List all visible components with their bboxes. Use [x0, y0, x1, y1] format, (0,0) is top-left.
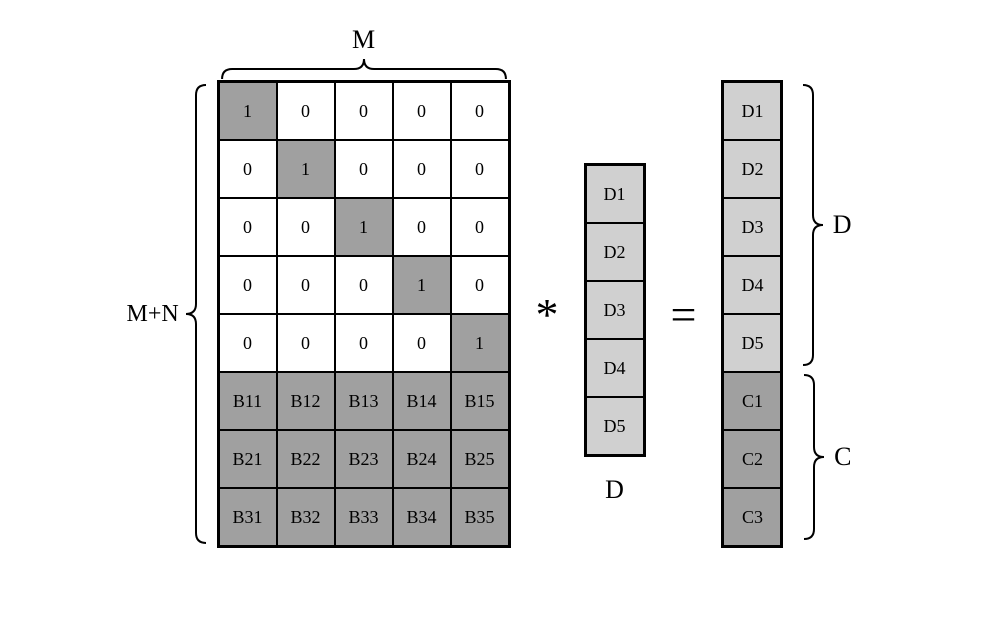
vector-cell: D2: [586, 223, 644, 281]
matrix-cell: 0: [219, 314, 277, 372]
matrix-cell: 0: [451, 82, 509, 140]
matrix-cell: B14: [393, 372, 451, 430]
matrix-cell: 0: [277, 256, 335, 314]
vector-result: D1D2D3D4D5C1C2C3: [721, 80, 783, 548]
matrix-equation: M M+N 1000001000001000001000001B11B12B13…: [217, 80, 784, 548]
matrix-cell: 0: [335, 256, 393, 314]
matrix-cell: B13: [335, 372, 393, 430]
vector-cell: D3: [586, 281, 644, 339]
result-cell: D1: [723, 82, 781, 140]
label-m: M: [217, 25, 511, 55]
result-cell: D4: [723, 256, 781, 314]
matrix-cell: B25: [451, 430, 509, 488]
result-cell: D5: [723, 314, 781, 372]
equals-operator: =: [671, 288, 697, 341]
matrix-cell: 0: [451, 198, 509, 256]
matrix-cell: 0: [393, 82, 451, 140]
matrix-cell: B35: [451, 488, 509, 546]
result-cell: C3: [723, 488, 781, 546]
matrix-cell: B31: [219, 488, 277, 546]
matrix-cell: B21: [219, 430, 277, 488]
matrix-cell: 0: [277, 198, 335, 256]
matrix-cell: 0: [219, 256, 277, 314]
matrix-cell: 0: [335, 314, 393, 372]
matrix-cell: B22: [277, 430, 335, 488]
brace-right-d: D: [800, 80, 852, 370]
matrix-cell: 0: [451, 140, 509, 198]
matrix-cell: B24: [393, 430, 451, 488]
result-cell: C1: [723, 372, 781, 430]
matrix-cell: B33: [335, 488, 393, 546]
brace-top-m: M: [217, 25, 511, 87]
matrix-cell: B23: [335, 430, 393, 488]
brace-left-mn: M+N: [127, 80, 209, 548]
matrix-cell: B11: [219, 372, 277, 430]
matrix-cell: 0: [277, 314, 335, 372]
vector-d: D1D2D3D4D5: [584, 163, 646, 457]
brace-right-c: C: [801, 370, 851, 544]
vector-cell: D1: [586, 165, 644, 223]
brace-icon: [801, 370, 826, 544]
matrix-cell: 0: [219, 140, 277, 198]
matrix-cell: 0: [219, 198, 277, 256]
brace-icon: [217, 57, 511, 82]
matrix-cell: 0: [335, 82, 393, 140]
matrix-cell: B34: [393, 488, 451, 546]
matrix-cell: 1: [219, 82, 277, 140]
matrix-cell: 0: [393, 198, 451, 256]
matrix-cell: 0: [451, 256, 509, 314]
multiply-operator: *: [536, 288, 559, 341]
matrix-cell: 0: [393, 140, 451, 198]
matrix-cell: 1: [393, 256, 451, 314]
matrix-cell: B12: [277, 372, 335, 430]
matrix-a: M M+N 1000001000001000001000001B11B12B13…: [217, 80, 511, 548]
matrix-cell: 1: [451, 314, 509, 372]
label-result-c: C: [834, 442, 851, 472]
label-d: D: [605, 475, 624, 505]
matrix-cell: B15: [451, 372, 509, 430]
matrix-cell: B32: [277, 488, 335, 546]
label-result-d: D: [833, 210, 852, 240]
matrix-cell: 1: [277, 140, 335, 198]
matrix-cell: 0: [277, 82, 335, 140]
label-mn: M+N: [127, 301, 179, 328]
brace-icon: [800, 80, 825, 370]
result-cell: D3: [723, 198, 781, 256]
result-cell: C2: [723, 430, 781, 488]
matrix-cell: 1: [335, 198, 393, 256]
result-wrapper: D1D2D3D4D5C1C2C3 D C: [721, 80, 783, 548]
brace-icon: [184, 80, 209, 548]
matrix-cell: 0: [335, 140, 393, 198]
result-cell: D2: [723, 140, 781, 198]
matrix-cell: 0: [393, 314, 451, 372]
vector-cell: D5: [586, 397, 644, 455]
vector-cell: D4: [586, 339, 644, 397]
vector-d-wrapper: D1D2D3D4D5 D: [584, 163, 646, 505]
